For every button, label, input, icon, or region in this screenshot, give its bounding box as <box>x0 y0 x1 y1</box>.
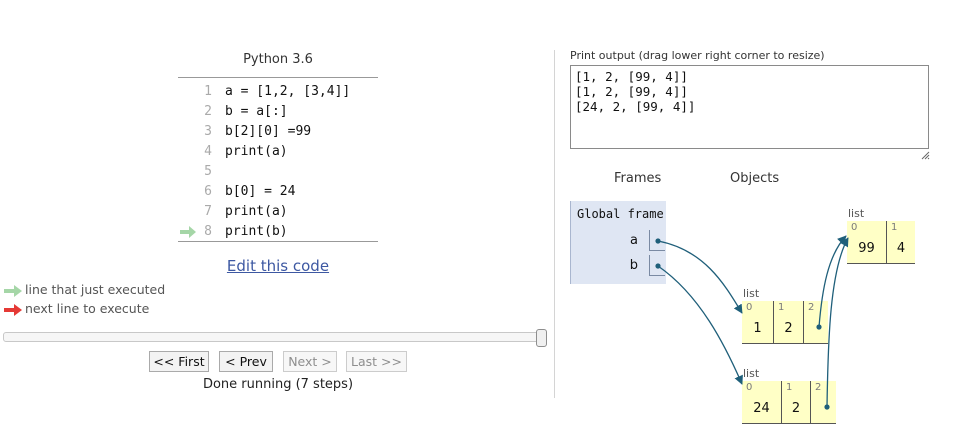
code-text: b = a[:] <box>225 104 288 119</box>
line-number: 6 <box>204 184 212 199</box>
list-cell: 1 2 <box>781 381 810 424</box>
code-top-rule <box>178 77 378 78</box>
list-index: 0 <box>746 382 753 393</box>
step-slider-track[interactable] <box>3 332 544 342</box>
variable-a-pointer <box>649 230 665 251</box>
line-number: 1 <box>204 84 212 99</box>
edit-code-link[interactable]: Edit this code <box>178 257 378 275</box>
list-index: 1 <box>778 302 785 313</box>
variable-a-name: a <box>630 233 638 248</box>
variable-b-name: b <box>629 258 638 273</box>
list-b-object: 0 24 1 2 2 <box>742 381 836 424</box>
red-arrow-icon <box>4 304 22 316</box>
list-b-type-label: list <box>743 367 760 380</box>
last-button[interactable]: Last >> <box>346 351 407 372</box>
list-index: 2 <box>815 382 822 393</box>
line-number: 4 <box>204 144 212 159</box>
step-slider-handle[interactable] <box>536 329 547 347</box>
list-value: 24 <box>753 401 770 416</box>
objects-header: Objects <box>730 171 780 186</box>
list-cell: 0 24 <box>742 381 781 424</box>
code-line-6: 6 b[0] = 24 <box>178 182 378 202</box>
list-value: 1 <box>753 321 762 336</box>
panel-divider <box>554 50 555 398</box>
output-line: [1, 2, [99, 4]] <box>575 84 688 99</box>
line-number: 3 <box>204 124 212 139</box>
code-line-5: 5 <box>178 162 378 182</box>
list-index: 0 <box>851 222 858 233</box>
code-text: a = [1,2, [3,4]] <box>225 84 351 99</box>
output-line: [24, 2, [99, 4]] <box>575 99 696 114</box>
list-cell: 0 1 <box>742 301 773 344</box>
inner-list-type-label: list <box>848 207 865 220</box>
code-text: print(a) <box>225 144 288 159</box>
global-frame-title: Global frame <box>577 207 664 221</box>
output-line: [1, 2, [99, 4]] <box>575 69 688 84</box>
prev-button[interactable]: < Prev <box>219 351 273 372</box>
line-number: 2 <box>204 104 212 119</box>
code-line-7: 7 print(a) <box>178 202 378 222</box>
line-number: 8 <box>204 224 212 239</box>
language-title: Python 3.6 <box>243 52 313 67</box>
list-value: 99 <box>858 241 875 256</box>
code-bottom-rule <box>178 241 378 242</box>
code-line-8: 8 print(b) <box>178 222 378 242</box>
list-index: 1 <box>786 382 793 393</box>
variable-b-pointer <box>649 255 665 276</box>
frames-header: Frames <box>614 171 662 186</box>
green-arrow-icon <box>4 285 22 297</box>
current-line-arrow-icon <box>180 226 196 238</box>
code-line-1: 1 a = [1,2, [3,4]] <box>178 82 378 102</box>
resize-grip-icon[interactable] <box>920 150 930 160</box>
code-text: b[2][0] =99 <box>225 124 312 139</box>
list-cell: 0 99 <box>847 221 886 264</box>
line-number: 5 <box>204 164 212 179</box>
line-number: 7 <box>204 204 212 219</box>
list-value: 2 <box>791 401 801 416</box>
status-text: Done running (7 steps) <box>202 377 354 392</box>
print-output-label: Print output (drag lower right corner to… <box>570 49 825 62</box>
list-index: 0 <box>746 302 753 313</box>
list-value: 2 <box>784 321 793 336</box>
list-cell: 2 <box>803 301 828 344</box>
legend-red-label: next line to execute <box>25 301 150 316</box>
code-line-4: 4 print(a) <box>178 142 378 162</box>
code-line-3: 3 b[2][0] =99 <box>178 122 378 142</box>
pointer-b-to-list-b <box>657 265 743 385</box>
legend-green-label: line that just executed <box>25 282 166 297</box>
list-index: 2 <box>808 302 815 313</box>
list-index: 1 <box>891 222 898 233</box>
list-a-type-label: list <box>743 287 760 300</box>
next-button[interactable]: Next > <box>283 351 337 372</box>
inner-list-object: 0 99 1 4 <box>847 221 915 264</box>
code-text: b[0] = 24 <box>225 184 296 199</box>
code-line-2: 2 b = a[:] <box>178 102 378 122</box>
code-text: print(a) <box>225 204 288 219</box>
first-button[interactable]: << First <box>149 351 209 372</box>
list-cell: 1 4 <box>886 221 915 264</box>
pointer-a-to-list-a <box>657 240 743 314</box>
list-cell: 2 <box>810 381 836 424</box>
print-output-box[interactable]: [1, 2, [99, 4]] [1, 2, [99, 4]] [24, 2, … <box>570 65 929 149</box>
list-cell: 1 2 <box>773 301 803 344</box>
list-value: 4 <box>896 241 906 256</box>
list-a-object: 0 1 1 2 2 <box>742 301 828 344</box>
code-text: print(b) <box>225 224 288 239</box>
